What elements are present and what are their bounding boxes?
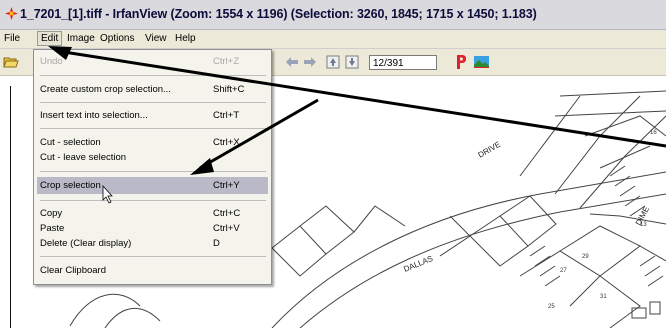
mouse-cursor-icon (102, 184, 113, 204)
annotation-arrow-to-crop-selection (199, 98, 319, 170)
arrowhead-icon (190, 158, 214, 175)
annotation-arrows (48, 46, 666, 204)
arrowhead-icon (48, 46, 72, 60)
annotation-arrow-to-edit-menu (63, 50, 666, 148)
